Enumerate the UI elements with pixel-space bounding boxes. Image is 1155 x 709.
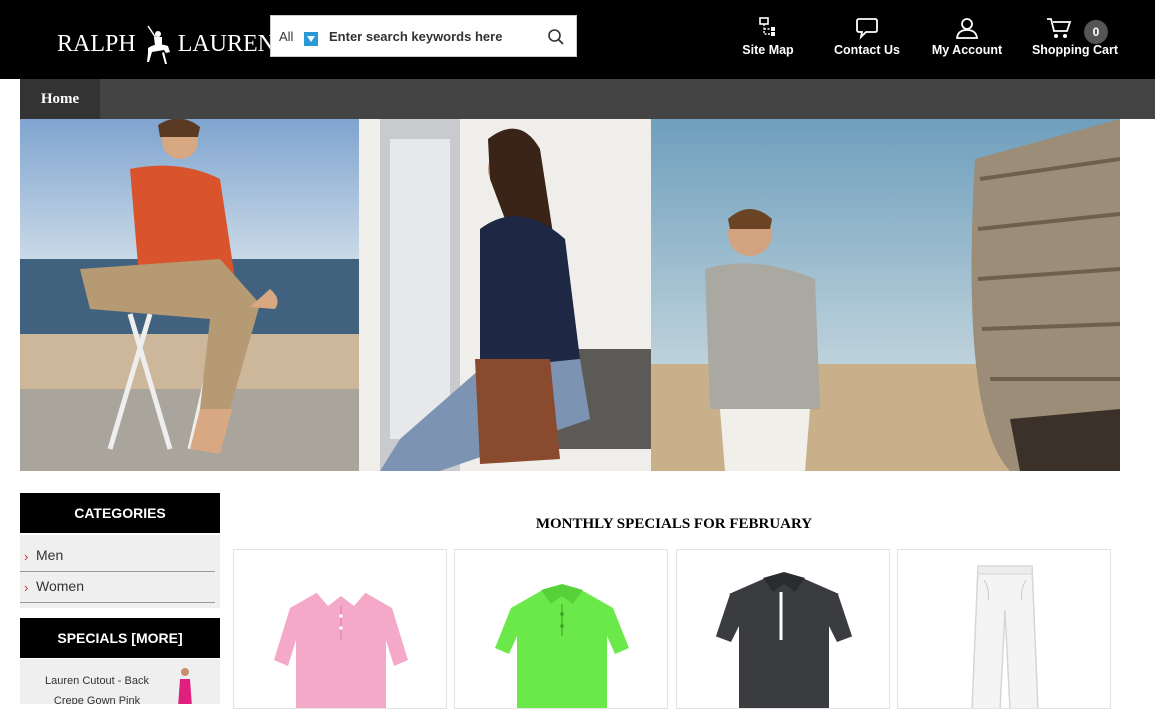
shopping-cart-label: Shopping Cart <box>1031 43 1119 57</box>
specials-heading[interactable]: SPECIALS [MORE] <box>20 618 220 658</box>
ralph-lauren-logo[interactable]: RALPH LAUREN <box>57 24 275 64</box>
category-label: Men <box>36 547 64 563</box>
speech-bubble-icon <box>856 18 878 40</box>
sitemap-icon <box>759 17 775 36</box>
site-map-label: Site Map <box>742 43 794 57</box>
logo-word-ralph: RALPH <box>57 30 136 57</box>
categories-list: › Men › Women <box>20 535 220 608</box>
pink-polo-shirt-icon <box>274 582 408 708</box>
product-card-1[interactable] <box>233 549 447 709</box>
site-header: RALPH LAUREN All Site Map Con <box>0 0 1155 79</box>
menu-home[interactable]: Home <box>20 79 100 119</box>
chevron-right-icon: › <box>24 549 29 564</box>
contact-us-link[interactable]: Contact Us <box>832 16 902 57</box>
special-item-title[interactable]: Lauren Cutout - Back Crepe Gown Pink <box>32 671 162 704</box>
search-icon[interactable] <box>547 28 565 46</box>
product-card-3[interactable] <box>676 549 890 709</box>
cart-count-badge: 0 <box>1084 20 1108 44</box>
hero-banner[interactable] <box>20 119 1120 471</box>
categories-heading: CATEGORIES <box>20 493 220 533</box>
monthly-specials-title: MONTHLY SPECIALS FOR FEBRUARY <box>535 516 813 532</box>
special-item-line2: Crepe Gown Pink <box>53 695 141 704</box>
search-category[interactable]: All <box>279 29 293 44</box>
site-map-link[interactable]: Site Map <box>738 16 798 57</box>
my-account-link[interactable]: My Account <box>929 16 1005 57</box>
product-card-4[interactable] <box>897 549 1111 709</box>
my-account-label: My Account <box>931 43 1003 57</box>
search-input[interactable] <box>329 26 529 46</box>
special-item-line1: Lauren Cutout - Back <box>45 675 149 687</box>
shopping-cart-icon <box>1047 18 1072 38</box>
shopping-cart-link[interactable]: 0 Shopping Cart <box>1030 16 1120 57</box>
product-card-2[interactable] <box>454 549 668 709</box>
category-label: Women <box>36 578 84 594</box>
main-menu-bar: Home <box>20 79 1155 119</box>
specials-list: Lauren Cutout - Back Crepe Gown Pink <box>20 659 220 704</box>
logo-word-lauren: LAUREN <box>177 30 276 57</box>
category-item-women[interactable]: › Women <box>20 572 215 603</box>
chevron-right-icon: › <box>24 580 29 595</box>
pink-gown-thumbnail[interactable] <box>170 667 200 704</box>
search-bar: All <box>270 15 577 57</box>
polo-player-logo-icon <box>146 25 170 64</box>
charcoal-polo-shirt-icon <box>714 572 854 708</box>
green-polo-shirt-icon <box>495 584 629 708</box>
user-icon <box>955 18 979 39</box>
white-trousers-icon <box>971 565 1039 708</box>
hero-banner-image <box>20 119 1120 471</box>
contact-us-label: Contact Us <box>834 43 900 57</box>
chevron-down-icon[interactable] <box>304 32 318 46</box>
category-item-men[interactable]: › Men <box>20 541 215 572</box>
